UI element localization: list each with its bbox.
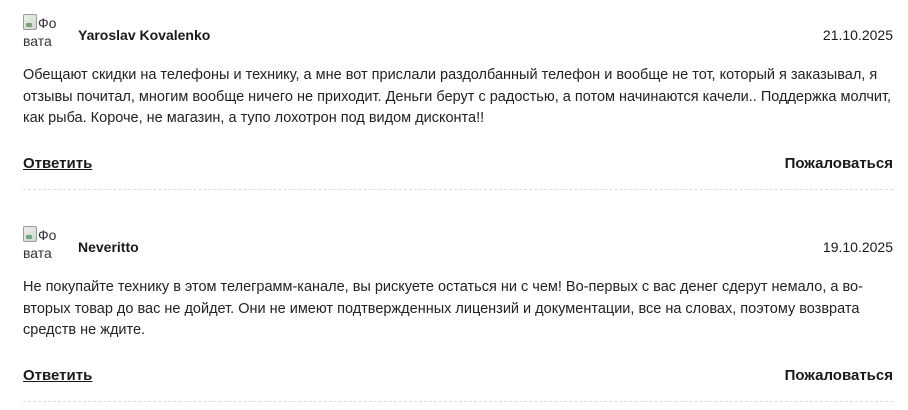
broken-image-icon xyxy=(23,226,37,242)
review-author: Yaroslav Kovalenko xyxy=(78,27,211,43)
review-item: Фо вата Yaroslav Kovalenko 21.10.2025 Об… xyxy=(23,14,893,190)
review-date: 19.10.2025 xyxy=(822,239,893,255)
reviews-list: Фо вата Yaroslav Kovalenko 21.10.2025 Об… xyxy=(23,14,893,402)
reply-link[interactable]: Ответить xyxy=(23,155,92,172)
review-text: Обещают скидки на телефоны и технику, а … xyxy=(23,67,892,126)
review-header: Фо вата Neveritto 19.10.2025 xyxy=(23,226,893,266)
review-item: Фо вата Neveritto 19.10.2025 Не покупайт… xyxy=(23,226,893,402)
avatar: Фо вата xyxy=(23,226,63,266)
broken-image-icon xyxy=(23,14,37,30)
avatar: Фо вата xyxy=(23,14,63,54)
reply-link[interactable]: Ответить xyxy=(23,367,92,384)
review-text: Не покупайте технику в этом телеграмм-ка… xyxy=(23,279,863,338)
review-author: Neveritto xyxy=(78,239,139,255)
review-date: 21.10.2025 xyxy=(822,27,893,43)
review-header: Фо вата Yaroslav Kovalenko 21.10.2025 xyxy=(23,14,893,54)
complain-link[interactable]: Пожаловаться xyxy=(785,155,893,172)
complain-link[interactable]: Пожаловаться xyxy=(785,367,893,384)
